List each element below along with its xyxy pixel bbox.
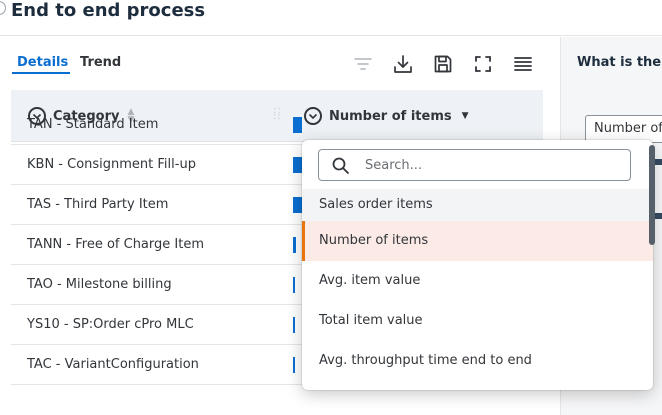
value-bar bbox=[293, 197, 302, 213]
search-input[interactable] bbox=[365, 156, 615, 174]
tab-active-indicator bbox=[12, 72, 70, 74]
filter-icon[interactable] bbox=[352, 53, 374, 75]
scrollbar-thumb[interactable] bbox=[649, 145, 655, 245]
title-bar: End to end process bbox=[0, 0, 662, 36]
back-circle-icon[interactable] bbox=[0, 1, 6, 15]
value-bar bbox=[293, 117, 302, 133]
measure-select-value: Number of bbox=[594, 121, 662, 136]
table-row[interactable]: TAN - Standard Item bbox=[11, 105, 543, 145]
group-header: Sales order items bbox=[302, 189, 653, 221]
save-icon[interactable] bbox=[432, 53, 454, 75]
measure-select[interactable]: Number of bbox=[585, 115, 662, 143]
category-cell: TAO - Milestone billing bbox=[27, 277, 172, 292]
dropdown-scrollbar[interactable] bbox=[649, 145, 655, 385]
category-cell: TAC - VariantConfiguration bbox=[27, 357, 199, 372]
value-bar bbox=[293, 237, 296, 253]
option-avg-item-value[interactable]: Avg. item value bbox=[302, 261, 653, 301]
page-title: End to end process bbox=[11, 0, 206, 21]
category-cell: TAS - Third Party Item bbox=[27, 197, 169, 212]
option-avg-throughput-time[interactable]: Avg. throughput time end to end bbox=[302, 341, 653, 381]
measure-dropdown: Sales order items Number of items Avg. i… bbox=[302, 140, 653, 390]
tab-details[interactable]: Details bbox=[17, 55, 68, 71]
menu-icon[interactable] bbox=[512, 53, 534, 75]
option-number-of-items[interactable]: Number of items bbox=[302, 221, 653, 261]
tab-trend[interactable]: Trend bbox=[80, 55, 121, 71]
download-icon[interactable] bbox=[392, 53, 414, 75]
right-panel-title: What is the e bbox=[577, 55, 662, 70]
fullscreen-icon[interactable] bbox=[472, 53, 494, 75]
value-bar bbox=[293, 157, 302, 173]
value-bar bbox=[293, 357, 295, 373]
value-bar bbox=[293, 317, 295, 333]
search-field[interactable] bbox=[318, 149, 631, 181]
category-cell: TANN - Free of Charge Item bbox=[27, 237, 204, 252]
category-cell: YS10 - SP:Order cPro MLC bbox=[27, 317, 194, 332]
category-cell: KBN - Consignment Fill-up bbox=[27, 157, 196, 172]
category-cell: TAN - Standard Item bbox=[27, 117, 159, 132]
option-total-item-value[interactable]: Total item value bbox=[302, 301, 653, 341]
value-bar bbox=[293, 277, 295, 293]
search-icon bbox=[331, 156, 351, 180]
